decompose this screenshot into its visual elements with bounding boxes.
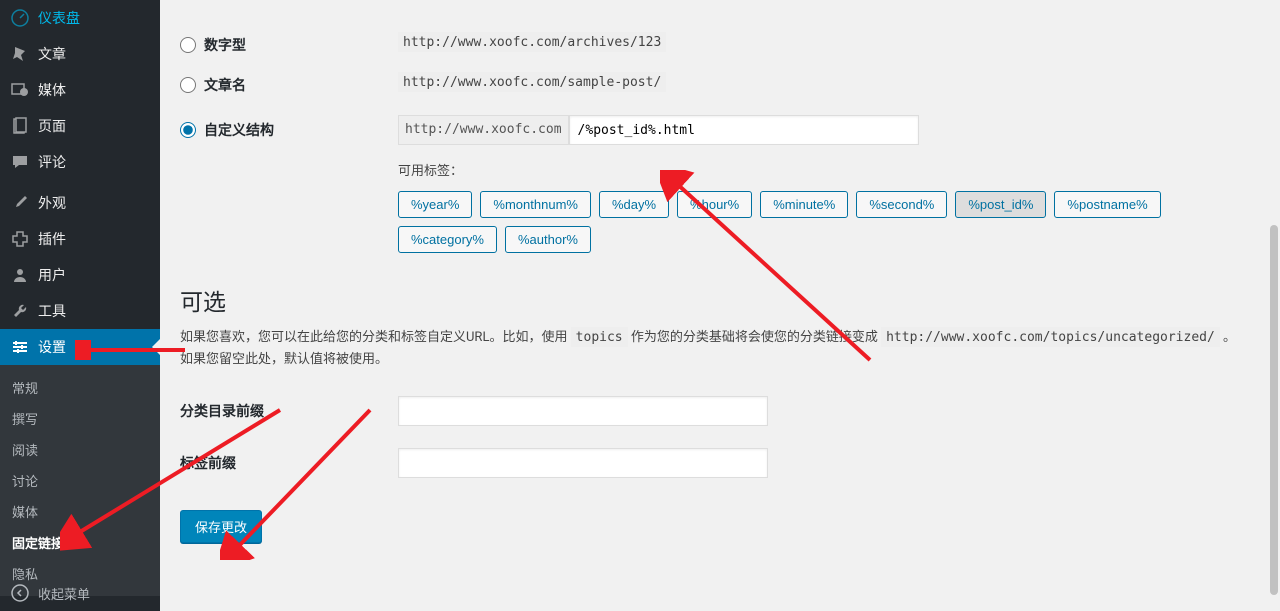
sidebar-item-users[interactable]: 用户 (0, 257, 160, 293)
tag-base-input[interactable] (398, 448, 768, 478)
category-base-label: 分类目录前缀 (180, 401, 398, 421)
sidebar-label: 工具 (38, 301, 66, 321)
sidebar-item-appearance[interactable]: 外观 (0, 185, 160, 221)
brush-icon (10, 193, 30, 213)
tag-category[interactable]: %category% (398, 226, 497, 253)
sidebar-item-pages[interactable]: 页面 (0, 108, 160, 144)
settings-icon (10, 337, 30, 357)
example-code: http://www.xoofc.com/archives/123 (398, 32, 666, 52)
save-button[interactable]: 保存更改 (180, 510, 262, 543)
sidebar-item-tools[interactable]: 工具 (0, 293, 160, 329)
submenu-general[interactable]: 常规 (0, 372, 160, 403)
tags-label: 可用标签： (398, 160, 1248, 179)
tools-icon (10, 301, 30, 321)
permalink-option-postname: 文章名 http://www.xoofc.com/sample-post/ (180, 75, 1248, 95)
page-icon (10, 116, 30, 136)
inline-code: topics (571, 327, 628, 347)
media-icon (10, 80, 30, 100)
submenu-writing[interactable]: 撰写 (0, 403, 160, 434)
settings-submenu: 常规 撰写 阅读 讨论 媒体 固定链接 隐私 (0, 365, 160, 596)
sidebar-item-settings[interactable]: 设置 (0, 329, 160, 365)
sidebar-item-posts[interactable]: 文章 (0, 36, 160, 72)
sidebar-label: 评论 (38, 152, 66, 172)
sidebar-item-media[interactable]: 媒体 (0, 72, 160, 108)
example-code: http://www.xoofc.com/sample-post/ (398, 72, 666, 92)
submenu-discussion[interactable]: 讨论 (0, 465, 160, 496)
collapse-icon (10, 583, 30, 603)
comment-icon (10, 152, 30, 172)
sidebar-label: 用户 (38, 265, 66, 285)
tag-base-row: 标签前缀 (180, 448, 1248, 478)
pin-icon (10, 44, 30, 64)
radio-numeric[interactable] (180, 37, 196, 53)
sidebar-label: 外观 (38, 193, 66, 213)
base-url-display: http://www.xoofc.com (398, 115, 569, 145)
tag-second[interactable]: %second% (856, 191, 947, 218)
inline-code: http://www.xoofc.com/topics/uncategorize… (881, 327, 1220, 347)
radio-postname[interactable] (180, 77, 196, 93)
submenu-reading[interactable]: 阅读 (0, 434, 160, 465)
tag-hour[interactable]: %hour% (677, 191, 752, 218)
radio-custom[interactable] (180, 122, 196, 138)
sidebar-label: 媒体 (38, 80, 66, 100)
sidebar-item-comments[interactable]: 评论 (0, 144, 160, 180)
sidebar-label: 插件 (38, 229, 66, 249)
radio-label: 自定义结构 (204, 120, 274, 140)
sidebar-label: 页面 (38, 116, 66, 136)
optional-description: 如果您喜欢，您可以在此给您的分类和标签自定义URL。比如，使用 topics 作… (180, 327, 1248, 371)
radio-label: 文章名 (204, 75, 246, 95)
radio-label: 数字型 (204, 35, 246, 55)
tag-author[interactable]: %author% (505, 226, 591, 253)
sidebar-label: 仪表盘 (38, 8, 80, 28)
tag-monthnum[interactable]: %monthnum% (480, 191, 591, 218)
submenu-media[interactable]: 媒体 (0, 496, 160, 527)
tag-year[interactable]: %year% (398, 191, 472, 218)
tag-minute[interactable]: %minute% (760, 191, 848, 218)
category-base-input[interactable] (398, 396, 768, 426)
admin-sidebar: 仪表盘 文章 媒体 页面 评论 外观 插件 用户 (0, 0, 160, 611)
permalink-option-custom: 自定义结构 http://www.xoofc.com 可用标签： %year% … (180, 115, 1248, 253)
tag-postname[interactable]: %postname% (1054, 191, 1160, 218)
main-content: 数字型 http://www.xoofc.com/archives/123 文章… (160, 0, 1268, 611)
tag-postid[interactable]: %post_id% (955, 191, 1046, 218)
available-tags: %year% %monthnum% %day% %hour% %minute% … (398, 191, 1248, 253)
dashboard-icon (10, 8, 30, 28)
category-base-row: 分类目录前缀 (180, 396, 1248, 426)
plugin-icon (10, 229, 30, 249)
sidebar-label: 文章 (38, 44, 66, 64)
sidebar-label: 设置 (38, 337, 66, 357)
submenu-permalinks[interactable]: 固定链接 (0, 527, 160, 558)
tag-day[interactable]: %day% (599, 191, 669, 218)
sidebar-item-plugins[interactable]: 插件 (0, 221, 160, 257)
sidebar-item-dashboard[interactable]: 仪表盘 (0, 0, 160, 36)
collapse-menu[interactable]: 收起菜单 (0, 575, 160, 611)
scrollbar[interactable] (1268, 0, 1280, 611)
collapse-label: 收起菜单 (38, 584, 90, 603)
tag-base-label: 标签前缀 (180, 453, 398, 473)
optional-heading: 可选 (180, 283, 1248, 317)
users-icon (10, 265, 30, 285)
permalink-option-numeric: 数字型 http://www.xoofc.com/archives/123 (180, 35, 1248, 55)
scrollbar-thumb[interactable] (1270, 225, 1278, 595)
custom-structure-input[interactable] (569, 115, 919, 145)
